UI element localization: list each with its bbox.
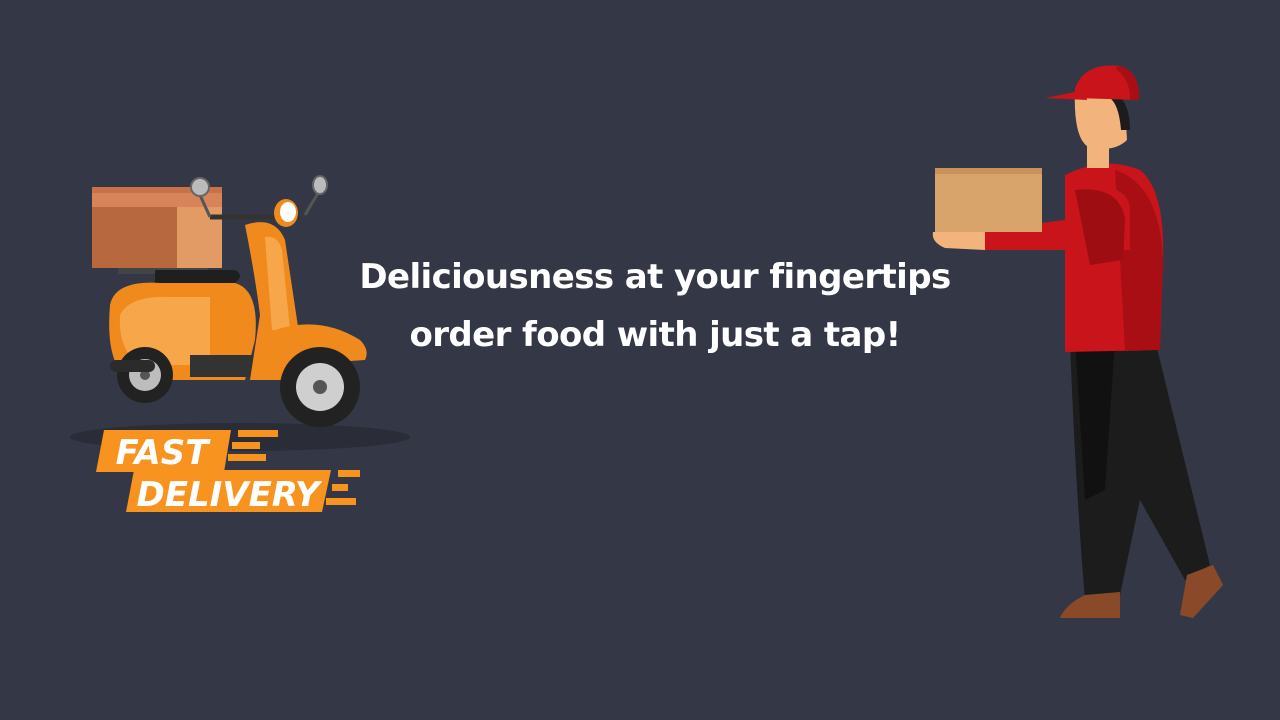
fast-delivery-badge: FAST DELIVERY [96, 430, 360, 515]
headline-line-1: Deliciousness at your fingertips [359, 257, 951, 297]
headline-line-2: order food with just a tap! [409, 315, 902, 355]
headline: Deliciousness at your fingertips order f… [330, 248, 980, 364]
promo-banner: FAST DELIVERY Deliciousness at your fing… [0, 0, 1280, 720]
badge-word-delivery: DELIVERY [137, 475, 323, 515]
courier-illustration [932, 65, 1223, 618]
badge-word-fast: FAST [116, 433, 212, 473]
